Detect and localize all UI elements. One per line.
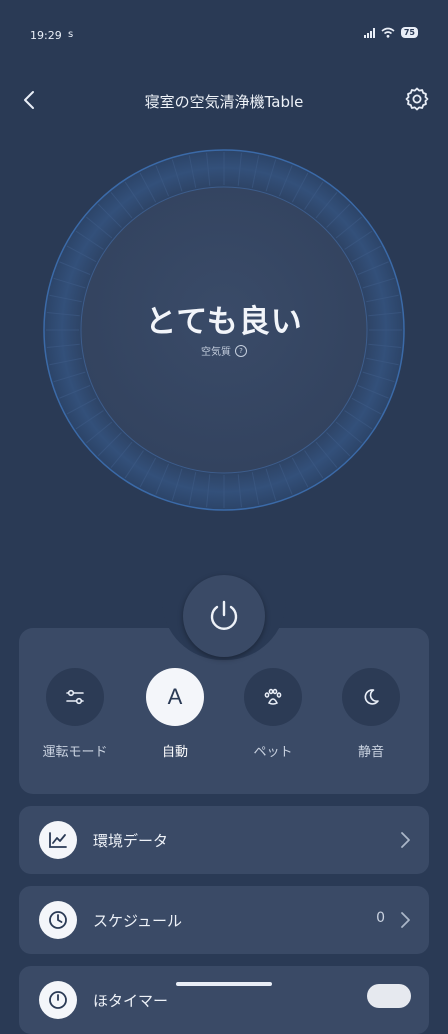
mode-label: ペット [253, 745, 293, 760]
schedule-count: 0 [376, 910, 385, 926]
page-title: 寝室の空気清浄機Table [144, 93, 304, 111]
mode-label: 運転モード [42, 745, 108, 760]
mode-label: 自動 [161, 745, 188, 760]
status-icons: 75 [363, 27, 418, 38]
sliders-icon [66, 689, 84, 705]
power-icon [210, 600, 238, 630]
chevron-right-icon [401, 832, 410, 848]
row-label: 環境データ [93, 832, 169, 850]
row-environment-data[interactable]: 環境データ [19, 806, 429, 874]
air-quality-label-row: 空気質 ? [201, 343, 247, 358]
gear-icon[interactable] [404, 86, 430, 112]
app-header: 寝室の空気清浄機Table [0, 78, 448, 122]
status-bar: 19:29 s 75 [0, 0, 448, 70]
chevron-right-icon [401, 912, 410, 928]
status-time: 19:29 [30, 29, 62, 42]
signal-icon [363, 27, 375, 38]
mode-pet[interactable]: ペット [228, 668, 318, 760]
home-indicator[interactable] [176, 982, 272, 986]
air-quality-label: 空気質 [201, 347, 231, 358]
mode-list: 運転モード A 自動 ペット 静音 [19, 668, 429, 768]
moon-icon [364, 689, 379, 705]
timer-icon [49, 991, 67, 1009]
air-quality-status: とても良い [145, 304, 303, 340]
mode-operation[interactable]: 運転モード [30, 668, 120, 760]
dial-center: とても良い 空気質 ? [42, 148, 406, 512]
power-button[interactable] [183, 575, 265, 657]
mode-quiet[interactable]: 静音 [326, 668, 416, 760]
timer-toggle[interactable] [367, 984, 411, 1008]
mode-auto[interactable]: A 自動 [130, 668, 220, 760]
row-label: ほタイマー [93, 992, 169, 1010]
battery-icon: 75 [400, 27, 418, 38]
wifi-icon [381, 27, 395, 38]
paw-icon [264, 688, 282, 705]
row-timer[interactable]: ほタイマー [19, 966, 429, 1034]
row-schedule[interactable]: スケジュール 0 [19, 886, 429, 954]
clock-icon [49, 911, 67, 929]
row-label: スケジュール [93, 912, 182, 930]
auto-icon: A [167, 684, 183, 709]
status-carrier-mark: s [68, 29, 74, 40]
chart-icon [49, 832, 67, 848]
help-icon[interactable]: ? [235, 344, 247, 357]
mode-label: 静音 [357, 745, 384, 760]
